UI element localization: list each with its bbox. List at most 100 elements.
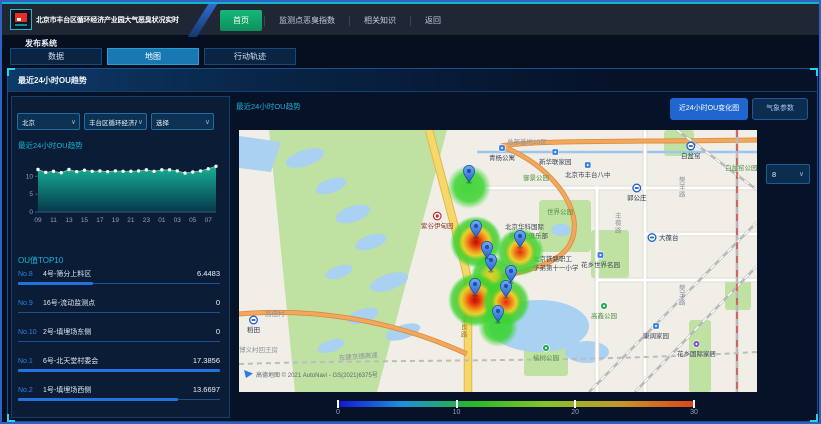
svg-text:青杨公寓: 青杨公寓 xyxy=(489,153,515,162)
main-nav: 首页监测点恶臭指数相关知识返回 xyxy=(220,4,453,37)
svg-text:丰葆路: 丰葆路 xyxy=(615,211,622,234)
row-rank: No.10 xyxy=(18,329,43,336)
svg-text:高佃村: 高佃村 xyxy=(265,309,285,318)
scale-tick-mark xyxy=(693,400,695,408)
logo-subline xyxy=(15,24,27,26)
ou-change-map-button[interactable]: 近24小时OU变化图 xyxy=(670,98,748,120)
toplist-title: OU值TOP10 xyxy=(18,255,63,266)
svg-text:17: 17 xyxy=(96,217,104,224)
map-label: 总部基地10区 xyxy=(507,137,547,146)
corner-accent xyxy=(7,68,15,76)
map-label: 博义村回王房 xyxy=(239,345,278,354)
svg-text:康阔家园: 康阔家园 xyxy=(643,331,669,340)
top-list-row[interactable]: No.102号-填埋场东侧0 xyxy=(18,324,220,353)
map-side-select[interactable]: 8 ∨ xyxy=(766,164,810,184)
svg-text:大葆台: 大葆台 xyxy=(659,233,679,242)
ou-color-scale: 0102030 xyxy=(338,401,694,419)
svg-text:09: 09 xyxy=(34,217,42,224)
svg-text:21: 21 xyxy=(127,217,135,224)
svg-text:樊羊路: 樊羊路 xyxy=(679,283,686,306)
map-label: 世界公园 xyxy=(547,207,573,216)
row-site-name: 1号-填埋场西侧 xyxy=(43,385,193,395)
row-site-name: 2号-填埋场东侧 xyxy=(43,327,216,337)
map-label: 白盆窑公园 xyxy=(725,163,757,172)
corner-accent xyxy=(810,68,818,76)
svg-text:15: 15 xyxy=(81,217,89,224)
svg-text:01: 01 xyxy=(158,217,166,224)
left-trend-panel: 北京∨丰台区循环经济产∨选择∨ 最近24小时OU趋势 0510091113151… xyxy=(11,96,230,418)
row-bar-fill xyxy=(18,398,178,401)
select-value: 选择 xyxy=(156,117,169,127)
row-rank: No.9 xyxy=(18,300,43,307)
svg-text:13: 13 xyxy=(65,217,73,224)
filter-selects: 北京 ∨ 丰台区循环经济产∨ 选择 ∨ xyxy=(17,113,214,130)
select-park[interactable]: 丰台区循环经济产∨ xyxy=(84,113,147,130)
svg-text:5: 5 xyxy=(29,191,33,198)
row-site-name: 4号-筛分上料区 xyxy=(43,269,197,279)
nav-item-back[interactable]: 返回 xyxy=(413,11,453,30)
map-label: 高佃村 xyxy=(265,309,285,318)
select-point[interactable]: 选择 ∨ xyxy=(151,113,214,130)
svg-text:世界公园: 世界公园 xyxy=(547,207,573,216)
svg-text:榆树公园: 榆树公园 xyxy=(533,353,559,362)
svg-text:高鑫公园: 高鑫公园 xyxy=(591,311,617,320)
chevron-down-icon: ∨ xyxy=(799,170,804,178)
tab-track[interactable]: 行动轨迹 xyxy=(204,48,296,65)
row-site-name: 6号-北天堂村委会 xyxy=(43,356,193,366)
top-list-row[interactable]: No.916号-流动监测点0 xyxy=(18,295,220,324)
row-rank: No.2 xyxy=(18,387,43,394)
svg-text:御景公园: 御景公园 xyxy=(523,173,549,182)
color-scale-labels: 0102030 xyxy=(338,409,694,419)
poi-icon xyxy=(585,162,591,168)
row-bar-fill xyxy=(18,282,93,285)
tab-map[interactable]: 地图 xyxy=(107,48,199,65)
row-ou-value: 13.6697 xyxy=(193,385,220,394)
scale-tick-label: 10 xyxy=(453,409,461,416)
row-ou-value: 0 xyxy=(216,298,220,307)
chevron-down-icon: ∨ xyxy=(71,118,76,126)
top-list-row[interactable]: No.84号-筛分上料区6.4483 xyxy=(18,266,220,295)
svg-text:白盆窑公园: 白盆窑公园 xyxy=(725,163,757,172)
chevron-down-icon: ∨ xyxy=(205,118,210,126)
row-bar-fill xyxy=(18,369,220,372)
nav-separator xyxy=(349,16,350,26)
map-label: 樊羊路 xyxy=(679,175,686,198)
svg-text:23: 23 xyxy=(143,217,151,224)
poi-icon xyxy=(499,145,505,151)
right-chart-label: 最近24小时OU趋势 xyxy=(236,101,301,112)
map-label: 大葆台 xyxy=(648,233,678,242)
svg-text:稻田: 稻田 xyxy=(247,325,260,334)
scale-tick-label: 20 xyxy=(571,409,579,416)
row-rank: No.1 xyxy=(18,358,43,365)
ou-top-list: No.84号-筛分上料区6.4483No.916号-流动监测点0No.102号-… xyxy=(18,266,220,411)
map-container[interactable]: 总部基地10区青杨公寓新华联家园御景公园北京市丰台八中郭公庄白盆窑白盆窑公园世界… xyxy=(239,130,757,392)
map-label: 樊羊路 xyxy=(679,283,686,306)
row-bar-track xyxy=(18,341,220,342)
map-canvas[interactable]: 总部基地10区青杨公寓新华联家园御景公园北京市丰台八中郭公庄白盆窑白盆窑公园世界… xyxy=(239,130,757,392)
ou-trend-chart: 0510091113151719212301030507 xyxy=(18,150,222,228)
svg-text:樊羊路: 樊羊路 xyxy=(679,175,686,198)
nav-item-home[interactable]: 首页 xyxy=(220,10,262,31)
metro-station-icon xyxy=(687,142,695,150)
row-bar-track xyxy=(18,312,220,313)
nav-separator xyxy=(264,16,265,26)
top-list-row[interactable]: No.16号-北天堂村委会17.3856 xyxy=(18,353,220,382)
scale-tick-mark xyxy=(456,400,458,408)
svg-text:郭公庄: 郭公庄 xyxy=(627,193,647,202)
weather-params-button[interactable]: 气象参数 xyxy=(752,98,808,120)
park-icon xyxy=(543,345,550,352)
top-list-row[interactable]: No.21号-填埋场西侧13.6697 xyxy=(18,382,220,411)
select-city[interactable]: 北京 ∨ xyxy=(17,113,80,130)
select-value: 北京 xyxy=(22,117,35,127)
app-window: 北京市丰台区循环经济产业园大气恶臭状况实时 首页监测点恶臭指数相关知识返回 发布… xyxy=(0,0,821,424)
svg-text:白盆窑: 白盆窑 xyxy=(681,151,701,160)
nav-item-knowledge[interactable]: 相关知识 xyxy=(352,11,408,30)
svg-text:新华联家园: 新华联家园 xyxy=(539,157,572,166)
svg-text:博义村回王房: 博义村回王房 xyxy=(239,345,278,354)
corner-accent xyxy=(7,414,15,422)
svg-text:高德地图 © 2021 AutoNavi - GS(2021: 高德地图 © 2021 AutoNavi - GS(2021)6375号 xyxy=(256,371,378,379)
view-tabs: 数据地图行动轨迹 xyxy=(10,48,296,65)
nav-item-odor-index[interactable]: 监测点恶臭指数 xyxy=(267,11,347,30)
svg-text:花乡世界名园: 花乡世界名园 xyxy=(581,260,620,269)
tab-data[interactable]: 数据 xyxy=(10,48,102,65)
